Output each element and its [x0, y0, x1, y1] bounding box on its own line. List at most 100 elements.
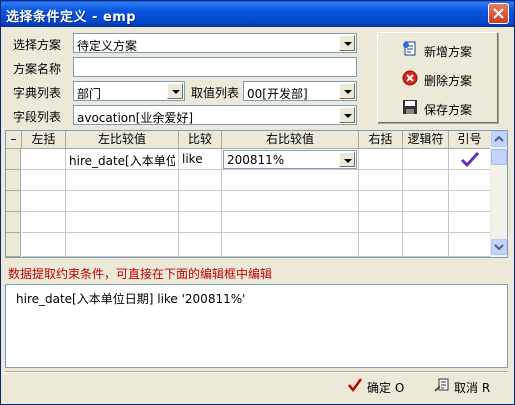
cell-logic[interactable]: [403, 149, 449, 170]
value-list-value: 00[开发部]: [247, 87, 308, 101]
col-header-left-paren[interactable]: 左括: [22, 131, 66, 149]
row-gutter[interactable]: [6, 191, 21, 212]
grid-cell[interactable]: [359, 170, 403, 191]
chevron-down-icon[interactable]: [167, 83, 183, 99]
grid-cell[interactable]: [403, 212, 449, 233]
dict-list-select[interactable]: 部门: [73, 81, 185, 101]
new-document-icon: [403, 41, 416, 56]
grid-cell[interactable]: [449, 233, 491, 257]
dict-list-value: 部门: [77, 87, 102, 101]
condition-grid[interactable]: – 左括 左比较值 比较 右比较值 右括 逻辑符 引号 hire_date[入本…: [5, 130, 508, 258]
cell-compare[interactable]: like: [179, 149, 222, 170]
save-disk-icon: [403, 100, 417, 114]
scheme-select[interactable]: 待定义方案: [73, 33, 357, 53]
chevron-down-icon[interactable]: [339, 35, 355, 51]
condition-editor[interactable]: hire_date[入本单位日期] like '200811%': [5, 284, 508, 368]
grid-cell[interactable]: [403, 191, 449, 212]
row-gutter[interactable]: [6, 212, 21, 233]
grid-cell[interactable]: [22, 212, 66, 233]
grid-cell[interactable]: [222, 212, 359, 233]
grid-cell[interactable]: [22, 191, 66, 212]
grid-cell[interactable]: [66, 233, 179, 257]
col-header-compare[interactable]: 比较: [179, 131, 222, 149]
cell-left-value[interactable]: hire_date[入本单位: [66, 149, 179, 170]
grid-gutter-header: –: [6, 131, 22, 149]
cancel-button[interactable]: 取消 R: [434, 375, 496, 397]
grid-cell[interactable]: [403, 170, 449, 191]
grid-cell[interactable]: [403, 233, 449, 257]
scroll-up-button[interactable]: [491, 131, 507, 147]
scheme-name-field[interactable]: [73, 57, 357, 77]
check-icon: [348, 378, 363, 393]
row-gutter[interactable]: [6, 170, 21, 191]
col-header-left-value[interactable]: 左比较值: [66, 131, 179, 149]
scheme-toolbox: 新增方案 删除方案 保存方案: [377, 32, 499, 124]
grid-cell[interactable]: [179, 170, 222, 191]
grid-cell[interactable]: [66, 191, 179, 212]
col-header-right-value[interactable]: 右比较值: [222, 131, 359, 149]
dialog-window: 选择条件定义 - emp 选择方案 待定义方案 方案名称 字典列表 部门 取值列…: [0, 0, 515, 405]
grid-cell[interactable]: [222, 233, 359, 257]
ok-button[interactable]: 确定 O: [347, 375, 407, 397]
save-scheme-label: 保存方案: [424, 103, 473, 117]
cell-right-value-text: 200811%: [227, 153, 285, 167]
grid-cell[interactable]: [66, 170, 179, 191]
value-list-select[interactable]: 00[开发部]: [243, 81, 357, 101]
cancel-label: 取消 R: [454, 381, 491, 395]
check-icon: [460, 151, 480, 168]
grid-cell[interactable]: [179, 233, 222, 257]
close-button[interactable]: [488, 3, 509, 24]
right-value-dropdown[interactable]: 200811%: [223, 150, 357, 169]
grid-cell[interactable]: [222, 191, 359, 212]
value-list-label: 取值列表: [191, 86, 240, 100]
ok-label: 确定 O: [367, 381, 405, 395]
add-scheme-label: 新增方案: [424, 45, 473, 59]
grid-cell[interactable]: [359, 212, 403, 233]
cell-compare-text: like: [182, 152, 203, 166]
grid-cell[interactable]: [449, 191, 491, 212]
grid-cell[interactable]: [66, 212, 179, 233]
constraint-hint: 数据提取约束条件，可直接在下面的编辑框中编辑: [8, 267, 273, 281]
grid-cell[interactable]: [359, 233, 403, 257]
grid-cell[interactable]: [449, 170, 491, 191]
condition-editor-text: hire_date[入本单位日期] like '200811%': [16, 292, 246, 306]
col-header-quote[interactable]: 引号: [449, 131, 491, 149]
chevron-down-icon[interactable]: [339, 152, 355, 167]
field-list-label: 字段列表: [13, 110, 62, 124]
grid-cell[interactable]: [222, 170, 359, 191]
col-header-logic[interactable]: 逻辑符: [403, 131, 449, 149]
cell-quote[interactable]: [449, 149, 491, 170]
row-gutter[interactable]: [6, 233, 21, 257]
row-gutter[interactable]: [6, 149, 21, 170]
chevron-down-icon[interactable]: [339, 107, 355, 123]
grid-cell[interactable]: [179, 212, 222, 233]
save-scheme-button[interactable]: 保存方案: [402, 97, 494, 119]
field-list-select[interactable]: avocation[业余爱好]: [73, 105, 357, 125]
grid-cell[interactable]: [359, 191, 403, 212]
delete-icon: [402, 70, 418, 86]
chevron-down-icon: [494, 244, 504, 251]
cancel-icon: [434, 378, 449, 392]
grid-cell[interactable]: [22, 233, 66, 257]
cell-left-paren[interactable]: [22, 149, 66, 170]
grid-cell[interactable]: [179, 191, 222, 212]
chevron-up-icon: [494, 135, 504, 142]
scheme-value: 待定义方案: [77, 39, 138, 53]
delete-scheme-button[interactable]: 删除方案: [402, 68, 494, 90]
grid-cell[interactable]: [449, 212, 491, 233]
cell-right-paren[interactable]: [359, 149, 403, 170]
footer-divider: [5, 371, 508, 373]
cell-right-value[interactable]: 200811%: [222, 149, 359, 170]
dict-list-label: 字典列表: [13, 86, 62, 100]
close-icon: [493, 8, 504, 19]
chevron-down-icon[interactable]: [339, 83, 355, 99]
title-bar[interactable]: 选择条件定义 - emp: [1, 1, 514, 27]
add-scheme-button[interactable]: 新增方案: [402, 39, 494, 61]
window-title: 选择条件定义 - emp: [6, 10, 137, 25]
scroll-thumb[interactable]: [491, 149, 507, 165]
col-header-right-paren[interactable]: 右括: [359, 131, 403, 149]
delete-scheme-label: 删除方案: [424, 74, 473, 88]
grid-vertical-scrollbar[interactable]: [490, 131, 507, 257]
grid-cell[interactable]: [22, 170, 66, 191]
scroll-down-button[interactable]: [491, 239, 507, 255]
